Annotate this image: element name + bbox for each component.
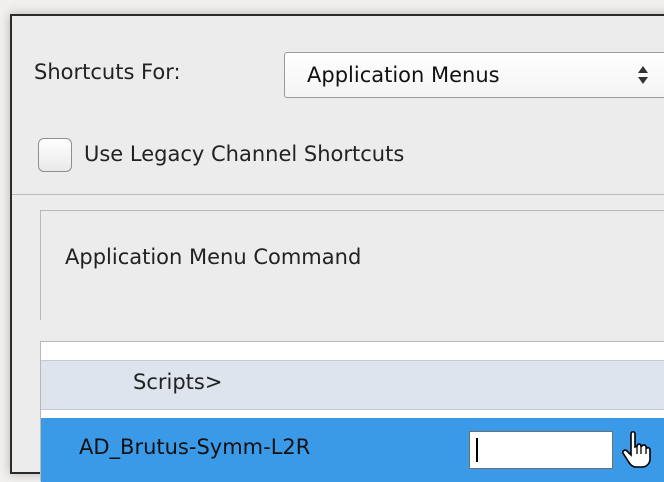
divider <box>12 194 664 195</box>
table-row-group[interactable]: Scripts> <box>41 360 664 410</box>
shortcuts-for-label: Shortcuts For: <box>34 60 181 84</box>
row-label: Scripts> <box>133 370 223 394</box>
table-row-selected[interactable]: AD_Brutus-Symm-L2R <box>41 418 664 482</box>
row-label: AD_Brutus-Symm-L2R <box>79 435 311 459</box>
updown-arrows-icon <box>638 66 648 84</box>
shortcuts-for-select[interactable]: Application Menus <box>284 52 664 98</box>
hand-pointer-icon <box>622 430 651 468</box>
column-header-command: Application Menu Command <box>65 245 362 269</box>
legacy-channel-label: Use Legacy Channel Shortcuts <box>84 142 405 166</box>
legacy-channel-checkbox[interactable] <box>38 138 72 172</box>
shortcuts-table: Scripts> AD_Brutus-Symm-L2R <box>40 341 664 482</box>
shortcut-input[interactable] <box>469 431 613 469</box>
keyboard-shortcuts-panel: Shortcuts For: Application Menus Use Leg… <box>10 14 664 482</box>
shortcuts-for-value: Application Menus <box>307 63 500 87</box>
table-header: Application Menu Command <box>40 210 664 320</box>
text-caret <box>476 438 478 462</box>
